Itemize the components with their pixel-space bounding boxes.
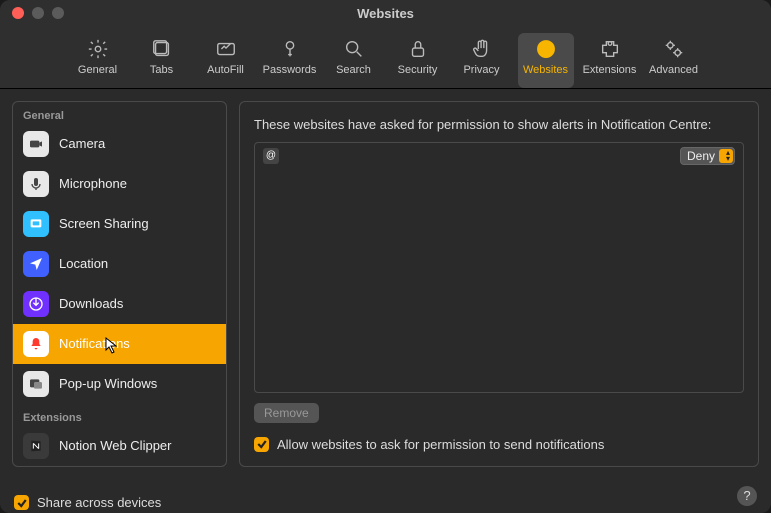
website-row[interactable]: @Deny▴▾ [255,143,743,169]
toolbar-privacy[interactable]: Privacy [454,33,510,88]
sidebar-group-extensions: Extensions [23,412,226,424]
share-devices-checkbox[interactable] [14,495,29,510]
hand-icon [470,37,494,61]
download-icon [23,291,49,317]
key-icon [278,37,302,61]
share-devices-label: Share across devices [37,495,161,510]
websites-list[interactable]: @Deny▴▾ [254,142,744,393]
sidebar-item-camera[interactable]: Camera [13,124,226,164]
sidebar-item-downloads[interactable]: Downloads [13,284,226,324]
toolbar-label: Search [336,64,371,76]
toolbar-websites[interactable]: Websites [518,33,574,88]
sidebar-item-pop-up-windows[interactable]: Pop-up Windows [13,364,226,404]
help-button[interactable]: ? [737,486,757,506]
sidebar-item-label: Camera [59,136,105,151]
globe-icon [534,37,558,61]
toolbar-label: Security [398,64,438,76]
sidebar-item-label: Microphone [59,176,127,191]
toolbar-passwords[interactable]: Passwords [262,33,318,88]
sidebar-item-label: Pop-up Windows [59,376,157,391]
toolbar-label: Extensions [583,64,637,76]
permission-description: These websites have asked for permission… [254,116,744,134]
sidebar-item-notifications[interactable]: Notifications [13,324,226,364]
remove-button[interactable]: Remove [254,403,319,423]
tabs-icon [150,37,174,61]
allow-notifications-checkbox[interactable] [254,437,269,452]
notion-icon [23,433,49,459]
autofill-icon [214,37,238,61]
allow-notifications-label: Allow websites to ask for permission to … [277,437,604,452]
sidebar-item-notion-web-clipper[interactable]: Notion Web Clipper [13,426,226,466]
sidebar-item-microphone[interactable]: Microphone [13,164,226,204]
website-name: @ [263,148,680,164]
toolbar-tabs[interactable]: Tabs [134,33,190,88]
toolbar-label: AutoFill [207,64,244,76]
toolbar-label: Privacy [463,64,499,76]
sidebar-item-label: Location [59,256,108,271]
toolbar-label: Websites [523,64,568,76]
sidebar-item-screen-sharing[interactable]: Screen Sharing [13,204,226,244]
toolbar-security[interactable]: Security [390,33,446,88]
favicon-icon: @ [263,148,279,164]
toolbar-general[interactable]: General [70,33,126,88]
screen-icon [23,211,49,237]
sidebar-item-label: Downloads [59,296,123,311]
toolbar-extensions[interactable]: Extensions [582,33,638,88]
sidebar-item-location[interactable]: Location [13,244,226,284]
toolbar-label: General [78,64,117,76]
window-title: Websites [0,6,771,21]
sidebar-item-label: Notion Web Clipper [59,438,171,453]
permission-select[interactable]: Deny [680,147,735,165]
puzzle-icon [598,37,622,61]
bell-icon [23,331,49,357]
location-icon [23,251,49,277]
lock-icon [406,37,430,61]
gears-icon [662,37,686,61]
gear-icon [86,37,110,61]
sidebar-item-label: Screen Sharing [59,216,149,231]
toolbar-label: Passwords [263,64,317,76]
sidebar-item-label: Notifications [59,336,130,351]
toolbar-advanced[interactable]: Advanced [646,33,702,88]
search-icon [342,37,366,61]
toolbar-label: Tabs [150,64,173,76]
camera-icon [23,131,49,157]
popup-icon [23,371,49,397]
toolbar-label: Advanced [649,64,698,76]
toolbar-autofill[interactable]: AutoFill [198,33,254,88]
sidebar-group-general: General [23,110,226,122]
toolbar-search[interactable]: Search [326,33,382,88]
mic-icon [23,171,49,197]
